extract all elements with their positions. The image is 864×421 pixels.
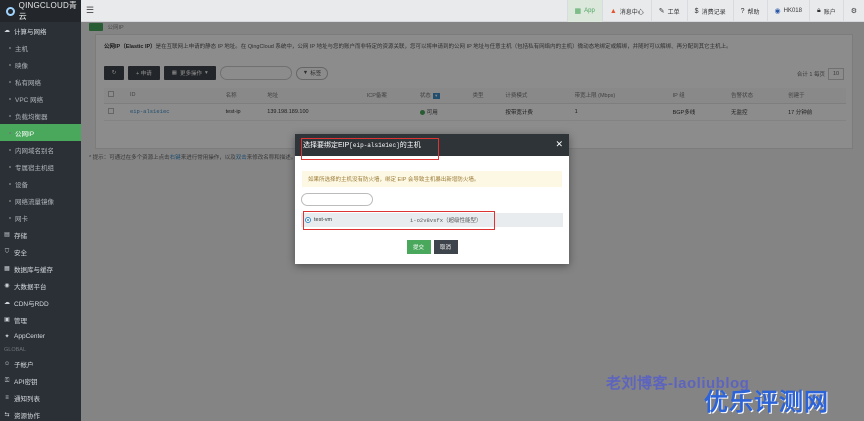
bind-eip-dialog: 选择要绑定EIP[eip-als1e1ec]的主机 ✕ 如果所选择的主机没有防火… — [295, 134, 569, 264]
sidebar-item-instances[interactable]: 主机 — [0, 39, 81, 56]
sidebar-item-eips[interactable]: 公网IP — [0, 124, 81, 141]
vm-highlight-box — [303, 211, 495, 230]
sidebar-item-resource-sharing[interactable]: ⇆ 资源协作 — [0, 406, 81, 421]
brand-name: QINGCLOUD青云 — [18, 1, 78, 21]
ticket-button[interactable]: ✎ 工单 — [650, 0, 687, 22]
sidebar-group-cdn[interactable]: ☁ CDN与RDD — [0, 294, 81, 311]
region-icon: ◉ — [774, 8, 781, 15]
help-button[interactable]: ? 帮助 — [732, 0, 767, 22]
settings-button[interactable]: ⚙ — [842, 0, 864, 22]
bell-icon: ▲ — [609, 7, 617, 15]
vm-search-input[interactable] — [301, 193, 373, 206]
sidebar-group-storage[interactable]: ▤ 存储 — [0, 226, 81, 243]
key-icon: ⚿ — [4, 377, 10, 384]
topbar-right: ▦ App ▲ 消息中心 ✎ 工单 $ 消费记录 ? 帮助 ◉ HK018 🔒︎ 账户 ⚙ — [566, 0, 864, 22]
cloud-icon: ☁ — [4, 27, 10, 34]
cancel-button[interactable]: 取消 — [433, 240, 458, 254]
sidebar-group-appcenter[interactable]: ✦ AppCenter — [0, 328, 81, 345]
cdn-icon: ☁ — [4, 299, 10, 306]
title-highlight-box — [301, 138, 439, 160]
sidebar-item-private-networks[interactable]: 私有网络 — [0, 73, 81, 90]
sidebar-item-devices[interactable]: 设备 — [0, 175, 81, 192]
message-center-button[interactable]: ▲ 消息中心 — [601, 0, 651, 22]
topbar: ☰ ▦ App ▲ 消息中心 ✎ 工单 $ 消费记录 ? 帮助 ◉ HK018 🔒︎ 账户 ⚙ — [81, 0, 864, 22]
firewall-notice: 如果所选择的主机没有防火墙，绑定 EIP 会导致主机暴出新增防火墙。 — [302, 171, 562, 187]
sidebar-item-subaccounts[interactable]: ☺ 子帐户 — [0, 355, 81, 372]
database-icon: ▦ — [4, 265, 10, 272]
bigdata-icon: ◉ — [4, 282, 10, 289]
sidebar-group-bigdata[interactable]: ◉ 大数据平台 — [0, 277, 81, 294]
app-grid-icon: ▦ — [574, 8, 582, 15]
help-icon: ? — [740, 7, 745, 15]
sidebar-item-dedicated-hosts[interactable]: 专属宿主机组 — [0, 158, 81, 175]
gear-icon: ⚙ — [850, 8, 857, 15]
wrench-icon: ✎ — [658, 8, 665, 15]
site-watermark: 优乐评测网 — [704, 389, 829, 416]
close-icon[interactable]: ✕ — [555, 139, 563, 149]
submit-button[interactable]: 提交 — [406, 240, 431, 254]
sidebar-item-nics[interactable]: 网卡 — [0, 209, 81, 226]
sidebar-group-database[interactable]: ▦ 数据库与缓存 — [0, 260, 81, 277]
menu-toggle-icon[interactable]: ☰ — [81, 0, 99, 22]
qingcloud-logo-icon — [6, 6, 15, 16]
appcenter-icon: ✦ — [4, 333, 10, 340]
region-selector[interactable]: ◉ HK018 — [766, 0, 809, 22]
billing-records-button[interactable]: $ 消费记录 — [686, 0, 733, 22]
storage-icon: ▤ — [4, 231, 10, 238]
dollar-icon: $ — [694, 7, 699, 15]
sidebar: QINGCLOUD青云 ☁ 计算与网络 主机 映像 私有网络 VPC 网络 负载… — [0, 0, 81, 421]
users-icon: ☺ — [4, 360, 11, 367]
brand-logo[interactable]: QINGCLOUD青云 — [0, 0, 81, 22]
sidebar-group-management[interactable]: ▣ 管理 — [0, 311, 81, 328]
sidebar-item-traffic-mirror[interactable]: 网络流量镜像 — [0, 192, 81, 209]
sidebar-section-global: GLOBAL — [4, 347, 27, 353]
app-button[interactable]: ▦ App — [566, 0, 602, 22]
sidebar-group-compute[interactable]: ☁ 计算与网络 — [0, 22, 81, 39]
sidebar-item-dns-aliases[interactable]: 内网域名别名 — [0, 141, 81, 158]
sidebar-item-notifications[interactable]: ≡ 通知列表 — [0, 389, 81, 406]
list-icon: ≡ — [5, 394, 9, 401]
sidebar-item-api-keys[interactable]: ⚿ API密钥 — [0, 372, 81, 389]
sidebar-item-images[interactable]: 映像 — [0, 56, 81, 73]
sidebar-group-security[interactable]: ⛉ 安全 — [0, 243, 81, 260]
dialog-footer: 提交 取消 — [295, 240, 569, 254]
management-icon: ▣ — [4, 316, 10, 323]
shield-icon: ⛉ — [4, 248, 10, 255]
share-icon: ⇆ — [4, 411, 10, 418]
lock-icon: 🔒︎ — [816, 7, 821, 14]
sidebar-item-load-balancers[interactable]: 负载均衡器 — [0, 107, 81, 124]
sidebar-item-vpc[interactable]: VPC 网络 — [0, 90, 81, 107]
account-button[interactable]: 🔒︎ 账户 — [808, 0, 843, 22]
